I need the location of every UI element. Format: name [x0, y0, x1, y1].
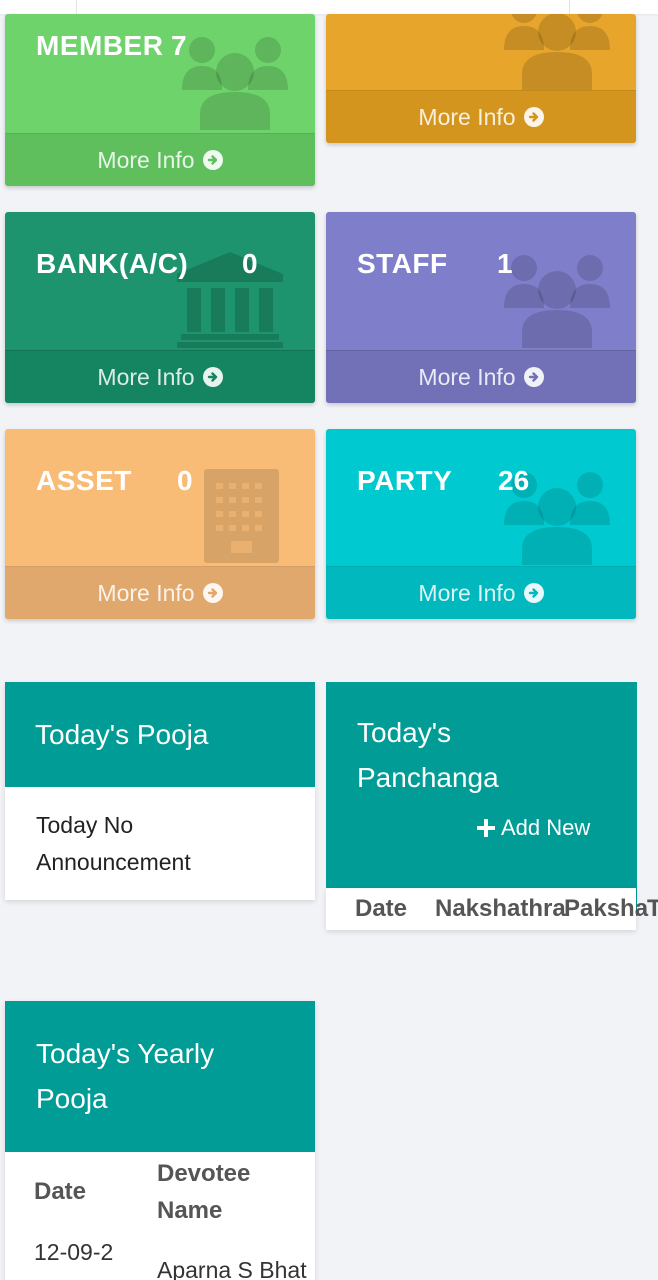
asset-label: ASSET: [36, 465, 132, 496]
col-date: Date: [355, 895, 408, 922]
add-new-label: Add New: [501, 815, 591, 840]
arrow-circle-right-icon: [523, 107, 544, 127]
top-bar-divider: [569, 0, 570, 14]
users-icon: [182, 37, 288, 130]
todays-panchanga-header: Today's Panchanga Add New: [326, 682, 637, 916]
building-icon: [204, 469, 279, 563]
bank-icon: [177, 252, 283, 348]
bank-count: 0: [242, 248, 258, 279]
arrow-circle-right-icon: [523, 367, 544, 387]
todays-yearly-pooja-panel: Today's Yearly Pooja Date Devotee Name 1…: [5, 1001, 315, 1280]
party-label: PARTY: [357, 465, 453, 496]
asset-count: 0: [177, 465, 193, 496]
more-info-label: More Info: [418, 103, 516, 130]
member-tile: MEMBER 7 More Info: [5, 14, 315, 186]
more-info-label: More Info: [418, 363, 516, 390]
col-date: Date: [34, 1178, 87, 1205]
todays-pooja-body: Today No Announcement: [36, 812, 191, 875]
member-label: MEMBER: [36, 30, 164, 61]
col-nakshathra: Nakshathra: [435, 895, 566, 922]
more-info-label: More Info: [97, 363, 195, 390]
bank-label: BANK(A/C): [36, 248, 189, 279]
row-date: 12-09-2024: [34, 1239, 114, 1280]
party-count: 26: [498, 465, 530, 496]
asset-tile: ASSET 0 More Info: [5, 429, 315, 619]
todays-yearly-pooja-header: Today's Yearly Pooja: [5, 1001, 315, 1152]
staff-tile: STAFF 1 More Info: [326, 212, 636, 403]
asset-more-info[interactable]: More Info: [5, 566, 315, 619]
col-devotee-name: Devotee Name: [157, 1160, 251, 1224]
users-icon: [504, 14, 610, 90]
arrow-circle-right-icon: [202, 367, 223, 387]
top-bar: [0, 0, 658, 14]
more-info-label: More Info: [97, 146, 195, 173]
todays-pooja-title: Today's Pooja: [35, 719, 209, 750]
todays-pooja-panel: Today's Pooja Today No Announcement: [5, 682, 315, 900]
plus-icon: [477, 819, 495, 837]
top-bar-divider: [76, 0, 77, 14]
arrow-circle-right-icon: [202, 583, 223, 603]
member-count: 7: [171, 30, 187, 61]
party-more-info[interactable]: More Info: [326, 566, 636, 619]
row-devotee-name: Aparna S Bhat: [157, 1257, 307, 1280]
col-paksha: Paksha: [564, 895, 649, 922]
bank-more-info[interactable]: More Info: [5, 350, 315, 403]
todays-panchanga-title: Today's Panchanga: [357, 717, 499, 793]
party-tile: PARTY 26 More Info: [326, 429, 636, 619]
arrow-circle-right-icon: [202, 150, 223, 170]
table-row: 12-09-2024 Aparna S Bhat: [5, 1232, 315, 1280]
todays-pooja-header: Today's Pooja: [5, 682, 315, 787]
staff-label: STAFF: [357, 248, 448, 279]
more-info-label: More Info: [97, 579, 195, 606]
arrow-circle-right-icon: [523, 583, 544, 603]
staff-count: 1: [497, 248, 513, 279]
add-new-button[interactable]: Add New: [477, 815, 590, 841]
member-more-info[interactable]: More Info: [5, 133, 315, 186]
orange-more-info[interactable]: More Info: [326, 90, 636, 143]
bank-tile: BANK(A/C) 0 More Info: [5, 212, 315, 403]
todays-yearly-pooja-title: Today's Yearly Pooja: [36, 1038, 215, 1114]
todays-panchanga-panel: Today's Panchanga Add New Date Nakshathr…: [326, 682, 658, 930]
users-icon: [504, 255, 610, 348]
staff-more-info[interactable]: More Info: [326, 350, 636, 403]
orange-tile: More Info: [326, 14, 636, 143]
more-info-label: More Info: [418, 579, 516, 606]
col-t: T: [647, 895, 658, 922]
